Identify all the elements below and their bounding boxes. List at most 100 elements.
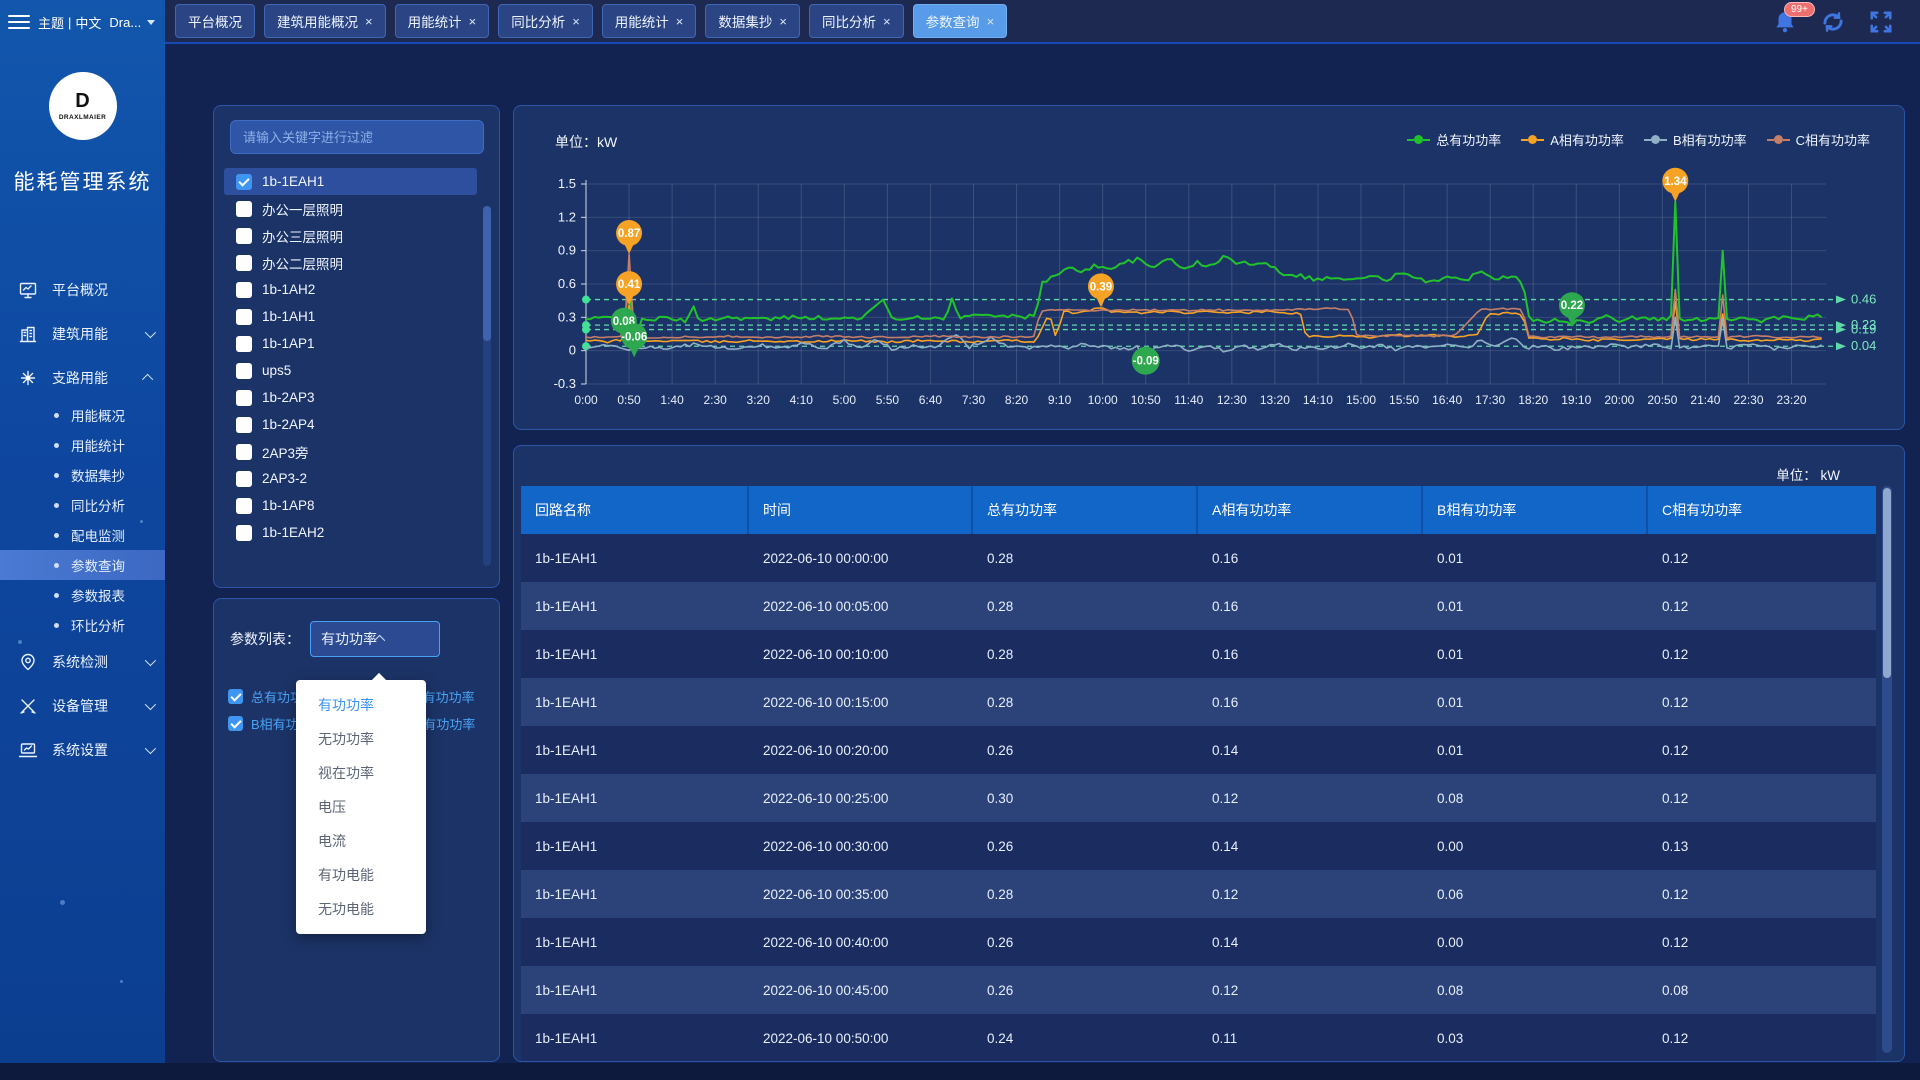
device-item-1b-2AP3[interactable]: 1b-2AP3 [224, 384, 477, 411]
submenu-item-用能概况[interactable]: 用能概况 [0, 400, 165, 430]
table-cell: 0.12 [1198, 870, 1423, 918]
table-scrollbar[interactable] [1882, 486, 1892, 1053]
close-icon[interactable]: × [365, 15, 373, 28]
dropdown-option-有功功率[interactable]: 有功功率 [296, 688, 426, 722]
table-cell: 0.12 [1648, 582, 1876, 630]
submenu-item-配电监测[interactable]: 配电监测 [0, 520, 165, 550]
legend-item-A相有功功率[interactable]: A相有功功率 [1521, 130, 1624, 149]
close-icon[interactable]: × [469, 15, 477, 28]
device-item-1b-1AH2[interactable]: 1b-1AH2 [224, 276, 477, 303]
checkbox-unchecked[interactable] [236, 471, 252, 487]
checkbox-unchecked[interactable] [236, 417, 252, 433]
sidebar-item-label: 设备管理 [52, 696, 145, 716]
dropdown-option-电压[interactable]: 电压 [296, 790, 426, 824]
sidebar-item-系统检测[interactable]: 系统检测 [0, 640, 165, 684]
submenu-item-用能统计[interactable]: 用能统计 [0, 430, 165, 460]
close-icon[interactable]: × [883, 15, 891, 28]
checkbox-unchecked[interactable] [236, 390, 252, 406]
keyword-filter-input[interactable] [230, 120, 484, 154]
x-tick-label: 12:30 [1217, 393, 1247, 407]
device-item-办公三层照明[interactable]: 办公三层照明 [224, 222, 477, 249]
legend-item-B相有功功率[interactable]: B相有功功率 [1644, 130, 1747, 149]
close-icon[interactable]: × [572, 15, 580, 28]
device-list-scrollbar[interactable] [483, 206, 491, 566]
tab-数据集抄[interactable]: 数据集抄 × [705, 4, 800, 38]
device-item-ups5[interactable]: ups5 [224, 357, 477, 384]
tab-用能统计[interactable]: 用能统计× [395, 4, 490, 38]
close-icon[interactable]: × [676, 15, 684, 28]
user-selector[interactable]: Dra... [109, 15, 141, 30]
table-cell: 0.01 [1423, 630, 1648, 678]
dropdown-option-电流[interactable]: 电流 [296, 824, 426, 858]
x-tick-label: 18:20 [1518, 393, 1548, 407]
legend-item-C相有功功率[interactable]: C相有功功率 [1767, 130, 1870, 149]
checkbox-unchecked[interactable] [236, 498, 252, 514]
legend-item-总有功功率[interactable]: 总有功功率 [1407, 130, 1501, 149]
device-tree-panel: 1b-1EAH1办公一层照明办公三层照明办公二层照明1b-1AH21b-1AH1… [213, 105, 500, 588]
submenu-item-参数查询[interactable]: 参数查询 [0, 550, 165, 580]
checkbox-unchecked[interactable] [236, 525, 252, 541]
device-item-1b-1EAH1[interactable]: 1b-1EAH1 [224, 168, 477, 195]
device-item-1b-1EAH2[interactable]: 1b-1EAH2 [224, 519, 477, 546]
x-tick-label: 23:20 [1777, 393, 1807, 407]
checkbox-unchecked[interactable] [236, 201, 252, 217]
submenu-item-同比分析[interactable]: 同比分析 [0, 490, 165, 520]
device-item-1b-1AP1[interactable]: 1b-1AP1 [224, 330, 477, 357]
sidebar-item-label: 建筑用能 [52, 324, 145, 344]
close-icon[interactable]: × [779, 15, 787, 28]
dropdown-option-视在功率[interactable]: 视在功率 [296, 756, 426, 790]
sidebar-item-建筑用能[interactable]: 建筑用能 [0, 312, 165, 356]
tab-同比分析[interactable]: 同比分析× [809, 4, 904, 38]
checkbox-unchecked[interactable] [236, 228, 252, 244]
checkbox-unchecked[interactable] [236, 363, 252, 379]
x-tick-label: 0:50 [617, 393, 641, 407]
table-cell: 0.12 [1648, 726, 1876, 774]
theme-label[interactable]: 主题 [38, 13, 64, 32]
checkbox-unchecked[interactable] [236, 444, 252, 460]
tab-同比分析[interactable]: 同比分析× [498, 4, 593, 38]
table-cell: 0.16 [1198, 630, 1423, 678]
sidebar-item-label: 系统设置 [52, 740, 145, 760]
fullscreen-icon[interactable] [1868, 9, 1894, 35]
dropdown-option-无功电能[interactable]: 无功电能 [296, 892, 426, 926]
sidebar-item-设备管理[interactable]: 设备管理 [0, 684, 165, 728]
device-item-2AP3-2[interactable]: 2AP3-2 [224, 465, 477, 492]
device-item-办公一层照明[interactable]: 办公一层照明 [224, 195, 477, 222]
submenu-item-数据集抄[interactable]: 数据集抄 [0, 460, 165, 490]
device-item-1b-1AH1[interactable]: 1b-1AH1 [224, 303, 477, 330]
tab-平台概况[interactable]: 平台概况 [175, 4, 255, 38]
x-tick-label: 9:10 [1048, 393, 1072, 407]
submenu-item-参数报表[interactable]: 参数报表 [0, 580, 165, 610]
sidebar-item-系统设置[interactable]: 系统设置 [0, 728, 165, 772]
refresh-icon[interactable] [1820, 9, 1846, 35]
device-item-2AP3旁[interactable]: 2AP3旁 [224, 438, 477, 465]
device-item-1b-2AP4[interactable]: 1b-2AP4 [224, 411, 477, 438]
submenu-item-环比分析[interactable]: 环比分析 [0, 610, 165, 640]
close-icon[interactable]: × [987, 15, 995, 28]
checkbox-checked[interactable] [228, 716, 243, 731]
dropdown-option-有功电能[interactable]: 有功电能 [296, 858, 426, 892]
checkbox-checked[interactable] [228, 689, 243, 704]
checkbox-unchecked[interactable] [236, 309, 252, 325]
sidebar-item-平台概况[interactable]: 平台概况 [0, 268, 165, 312]
tab-建筑用能概况[interactable]: 建筑用能概况× [264, 4, 386, 38]
checkbox-unchecked[interactable] [236, 282, 252, 298]
table-row: 1b-1EAH12022-06-10 00:20:000.260.140.010… [521, 726, 1876, 774]
tab-label: 数据集抄 [718, 11, 772, 31]
parameter-select[interactable]: 有功功率 [310, 621, 440, 657]
tab-用能统计[interactable]: 用能统计× [602, 4, 697, 38]
checkbox-unchecked[interactable] [236, 336, 252, 352]
table-cell: 0.14 [1198, 918, 1423, 966]
menu-toggle-icon[interactable] [8, 11, 30, 33]
dropdown-option-无功功率[interactable]: 无功功率 [296, 722, 426, 756]
table-cell: 0.26 [973, 822, 1198, 870]
device-item-label: 办公三层照明 [262, 226, 343, 246]
device-item-办公二层照明[interactable]: 办公二层照明 [224, 249, 477, 276]
notifications-bell-icon[interactable]: 99+ [1772, 9, 1798, 35]
language-label[interactable]: 中文 [75, 13, 101, 32]
device-item-1b-1AP8[interactable]: 1b-1AP8 [224, 492, 477, 519]
tab-参数查询[interactable]: 参数查询× [913, 4, 1008, 38]
checkbox-checked[interactable] [236, 174, 252, 190]
checkbox-unchecked[interactable] [236, 255, 252, 271]
sidebar-item-支路用能[interactable]: 支路用能 [0, 356, 165, 400]
